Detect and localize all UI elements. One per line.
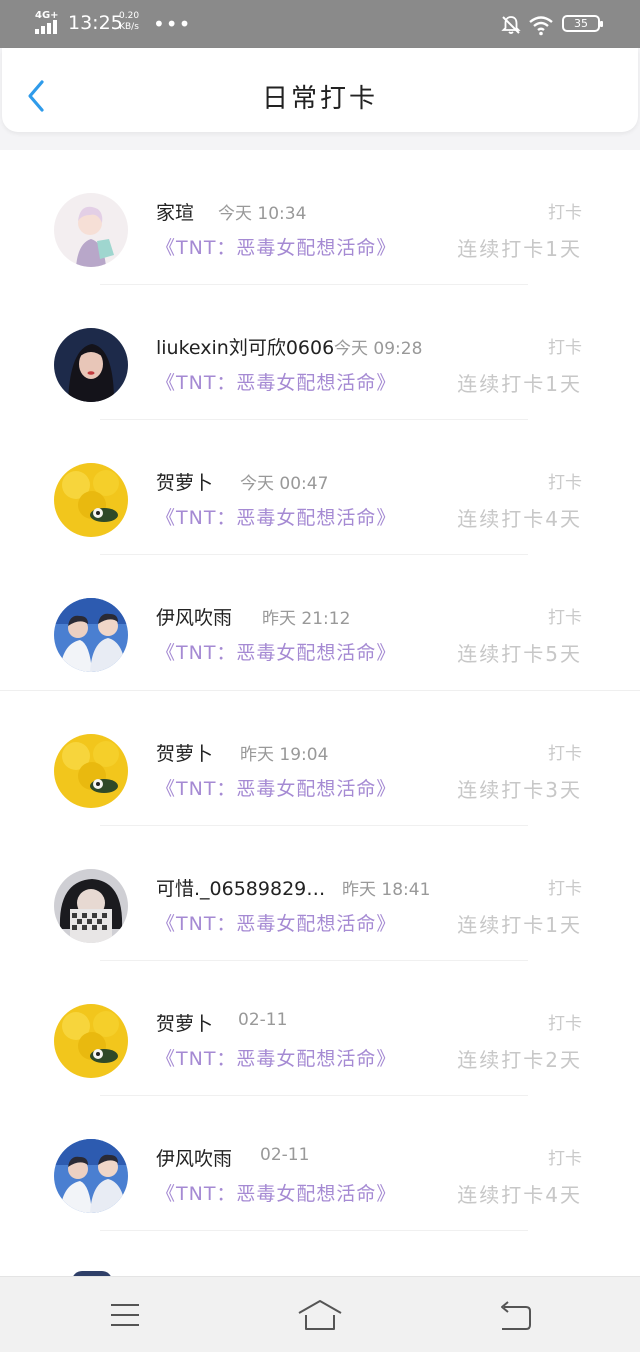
page-title: 日常打卡 xyxy=(261,84,378,114)
checkin-label: 打卡 xyxy=(548,338,582,358)
user-name[interactable]: 贺萝卜 xyxy=(156,739,213,766)
book-title[interactable]: 《TNT：恶毒女配想活命》 xyxy=(156,909,396,936)
checkin-label: 打卡 xyxy=(548,473,582,493)
user-name[interactable]: 伊风吹雨 xyxy=(156,603,232,630)
user-name[interactable]: 家瑄 xyxy=(156,198,194,225)
home-icon[interactable] xyxy=(295,1297,345,1333)
streak-text: 连续打卡3天 xyxy=(457,778,582,802)
user-name[interactable]: liukexin刘可欣0606 xyxy=(156,333,334,360)
book-title[interactable]: 《TNT：恶毒女配想活命》 xyxy=(156,1179,396,1206)
avatar[interactable] xyxy=(54,328,128,402)
checkin-time: 02-11 xyxy=(238,1010,288,1030)
streak-text: 连续打卡1天 xyxy=(457,913,582,937)
avatar[interactable] xyxy=(54,193,128,267)
list-item[interactable]: 贺萝卜 昨天 19:04 打卡 《TNT：恶毒女配想活命》 连续打卡3天 xyxy=(0,691,640,826)
list-item[interactable]: liukexin刘可欣0606 今天 09:28 打卡 《TNT：恶毒女配想活命… xyxy=(0,285,640,420)
book-title[interactable]: 《TNT：恶毒女配想活命》 xyxy=(156,368,396,395)
list-item[interactable]: 家瑄 今天 10:34 打卡 《TNT：恶毒女配想活命》 连续打卡1天 xyxy=(0,150,640,285)
divider xyxy=(100,1230,528,1231)
wifi-icon xyxy=(529,16,553,36)
checkin-label: 打卡 xyxy=(548,1014,582,1034)
streak-text: 连续打卡1天 xyxy=(457,372,582,396)
clock: 13:25 xyxy=(68,12,123,34)
book-title[interactable]: 《TNT：恶毒女配想活命》 xyxy=(156,638,396,665)
header: 日常打卡 xyxy=(2,48,638,132)
menu-icon[interactable] xyxy=(100,1297,150,1333)
streak-text: 连续打卡1天 xyxy=(457,237,582,261)
battery-icon: 35 xyxy=(562,15,603,32)
checkin-time: 今天 09:28 xyxy=(334,339,423,359)
avatar[interactable] xyxy=(54,463,128,537)
checkin-label: 打卡 xyxy=(548,744,582,764)
status-bar: 4G+ 13:25 0.20 KB/s ••• 35 xyxy=(0,0,640,48)
streak-text: 连续打卡2天 xyxy=(457,1048,582,1072)
net-speed-value: 0.20 xyxy=(119,11,140,21)
avatar[interactable] xyxy=(54,734,128,808)
user-name[interactable]: 可惜._06589829… xyxy=(156,874,325,901)
checkin-label: 打卡 xyxy=(548,203,582,223)
net-speed-unit: KB/s xyxy=(119,22,139,32)
list-item[interactable]: 贺萝卜 今天 00:47 打卡 《TNT：恶毒女配想活命》 连续打卡4天 xyxy=(0,420,640,555)
checkin-label: 打卡 xyxy=(548,879,582,899)
streak-text: 连续打卡4天 xyxy=(457,507,582,531)
checkin-label: 打卡 xyxy=(548,1149,582,1169)
more-notifications-icon: ••• xyxy=(153,12,192,36)
book-title[interactable]: 《TNT：恶毒女配想活命》 xyxy=(156,774,396,801)
list-item[interactable]: 贺萝卜 02-11 打卡 《TNT：恶毒女配想活命》 连续打卡2天 xyxy=(0,961,640,1096)
list-item[interactable]: 伊风吹雨 02-11 打卡 《TNT：恶毒女配想活命》 连续打卡4天 xyxy=(0,1096,640,1231)
avatar[interactable] xyxy=(54,869,128,943)
checkin-list: 家瑄 今天 10:34 打卡 《TNT：恶毒女配想活命》 连续打卡1天 liuk… xyxy=(0,150,640,1231)
user-name[interactable]: 伊风吹雨 xyxy=(156,1144,232,1171)
header-area: 日常打卡 xyxy=(0,48,640,150)
checkin-time: 昨天 18:41 xyxy=(342,880,431,900)
avatar[interactable] xyxy=(54,598,128,672)
avatar[interactable] xyxy=(54,1139,128,1213)
checkin-time: 今天 00:47 xyxy=(240,474,329,494)
checkin-time: 02-11 xyxy=(260,1145,310,1165)
book-title[interactable]: 《TNT：恶毒女配想活命》 xyxy=(156,503,396,530)
book-title[interactable]: 《TNT：恶毒女配想活命》 xyxy=(156,1044,396,1071)
user-name[interactable]: 贺萝卜 xyxy=(156,468,213,495)
book-title[interactable]: 《TNT：恶毒女配想活命》 xyxy=(156,233,396,260)
net-speed: 0.20 KB/s xyxy=(119,11,139,33)
list-item[interactable]: 可惜._06589829… 昨天 18:41 打卡 《TNT：恶毒女配想活命》 … xyxy=(0,826,640,961)
user-name[interactable]: 贺萝卜 xyxy=(156,1009,213,1036)
return-icon[interactable] xyxy=(490,1297,540,1333)
system-nav-bar xyxy=(0,1276,640,1352)
checkin-time: 昨天 19:04 xyxy=(240,745,329,765)
list-item[interactable]: 伊风吹雨 昨天 21:12 打卡 《TNT：恶毒女配想活命》 连续打卡5天 xyxy=(0,555,640,691)
checkin-time: 今天 10:34 xyxy=(218,204,307,224)
checkin-time: 昨天 21:12 xyxy=(262,609,351,629)
streak-text: 连续打卡5天 xyxy=(457,642,582,666)
checkin-label: 打卡 xyxy=(548,608,582,628)
signal-icon xyxy=(35,20,61,34)
bell-muted-icon xyxy=(501,16,521,34)
streak-text: 连续打卡4天 xyxy=(457,1183,582,1207)
avatar[interactable] xyxy=(54,1004,128,1078)
